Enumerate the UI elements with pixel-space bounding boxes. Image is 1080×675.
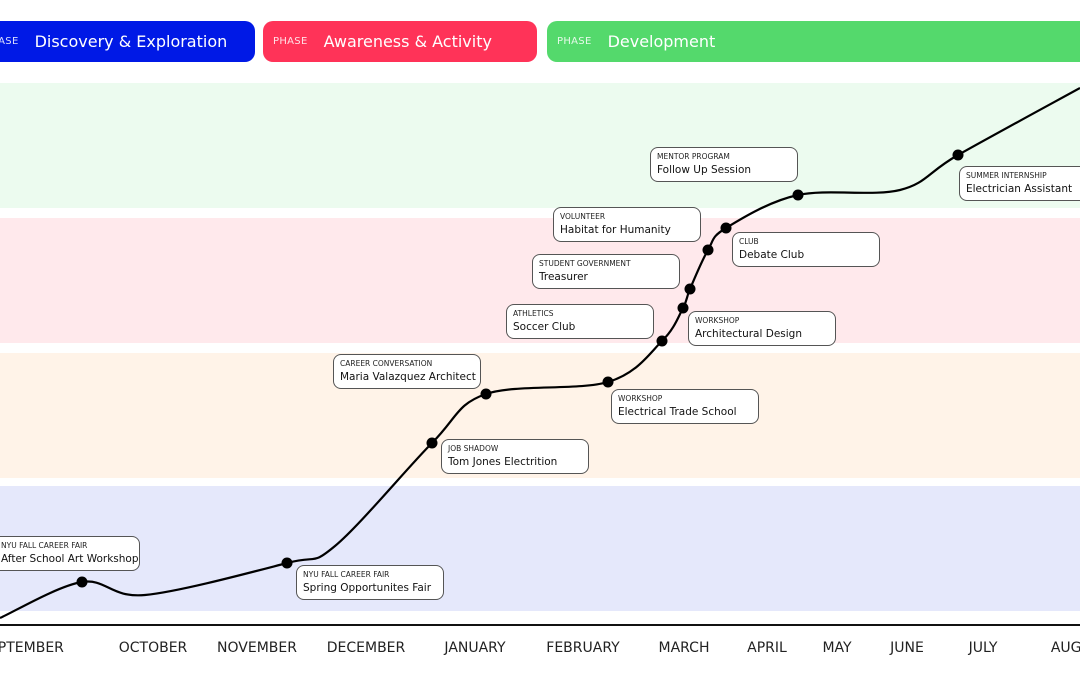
event-card[interactable]: Student Government Treasurer (532, 254, 680, 289)
event-dot[interactable] (677, 302, 689, 314)
event-category: Club (739, 237, 759, 246)
month-label: AUGUST (1050, 640, 1080, 656)
month-label: MARCH (658, 640, 710, 656)
month-label: NOVEMBER (217, 640, 297, 656)
event-card[interactable]: Workshop Electrical Trade School (611, 389, 759, 424)
event-card[interactable]: Job Shadow Tom Jones Electrition (441, 439, 589, 474)
event-dot[interactable] (952, 149, 964, 161)
progress-curve (0, 87, 1080, 620)
month-label: JUNE (890, 640, 924, 656)
month-label: DECEMBER (326, 640, 406, 656)
month-label: JULY (968, 640, 998, 656)
event-category: Workshop (618, 394, 663, 403)
event-dot[interactable] (702, 244, 714, 256)
event-dot[interactable] (792, 189, 804, 201)
event-dot[interactable] (426, 437, 438, 449)
month-label: FEBRUARY (546, 640, 620, 656)
event-title: Architectural Design (695, 328, 802, 340)
event-category: Job Shadow (448, 444, 499, 453)
event-title: Debate Club (739, 249, 805, 261)
event-card[interactable]: Club Debate Club (732, 232, 880, 267)
event-dot[interactable] (281, 557, 293, 569)
event-card[interactable]: Workshop Architectural Design (688, 311, 836, 346)
event-title: Habitat for Humanity (560, 224, 671, 236)
event-card[interactable]: Summer Internship Electrician Assistant (959, 166, 1080, 201)
event-title: Spring Opportunites Fair (303, 582, 432, 594)
event-title: Soccer Club (513, 321, 576, 333)
event-category: Athletics (513, 309, 554, 318)
event-dot[interactable] (480, 388, 492, 400)
timeline-axis (0, 624, 1080, 626)
month-label: JANUARY (444, 640, 506, 656)
month-label: OCTOBER (118, 640, 188, 656)
event-title: Electrician Assistant (966, 183, 1073, 195)
event-dot[interactable] (720, 222, 732, 234)
event-category: Workshop (695, 316, 740, 325)
month-label: APRIL (747, 640, 787, 656)
event-title: Treasurer (539, 271, 588, 283)
event-category: Mentor Program (657, 152, 730, 161)
month-label: SEPTEMBER (0, 640, 64, 656)
event-title: Electrical Trade School (618, 406, 737, 418)
event-dot[interactable] (684, 283, 696, 295)
event-title: Tom Jones Electrition (448, 456, 558, 468)
event-category: Volunteer (560, 212, 606, 221)
event-card[interactable]: Mentor Program Follow Up Session (650, 147, 798, 182)
event-category: Student Government (539, 259, 631, 268)
event-title: Maria Valazquez Architect (340, 371, 476, 383)
event-category: NYU Fall Career Fair (303, 570, 390, 579)
event-dot[interactable] (656, 335, 668, 347)
event-title: Follow Up Session (657, 164, 752, 176)
event-card[interactable]: NYU Fall Career Fair After School Art Wor… (0, 536, 140, 571)
event-dot[interactable] (76, 576, 88, 588)
event-card[interactable]: Volunteer Habitat for Humanity (553, 207, 701, 242)
event-category: NYU Fall Career Fair (1, 541, 88, 550)
event-category: Summer Internship (966, 171, 1047, 180)
event-title: After School Art Workshop (1, 553, 139, 565)
event-card[interactable]: Career Conversation Maria Valazquez Archi… (333, 354, 481, 389)
event-category: Career Conversation (340, 359, 433, 368)
event-card[interactable]: Athletics Soccer Club (506, 304, 654, 339)
month-label: MAY (822, 640, 852, 656)
event-dot[interactable] (602, 376, 614, 388)
event-card[interactable]: NYU Fall Career Fair Spring Opportunites … (296, 565, 444, 600)
